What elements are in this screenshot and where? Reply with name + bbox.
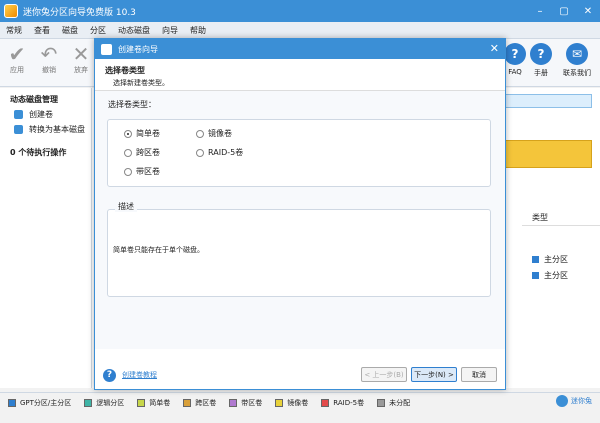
dialog-close-icon[interactable]: ✕ (490, 42, 499, 55)
manual-icon: ? (530, 43, 552, 65)
swatch-icon (377, 398, 386, 407)
legend-item: 跨区卷 (183, 398, 216, 408)
description-text: 简单卷只能存在于单个磁盘。 (113, 246, 204, 254)
swatch-icon (137, 398, 146, 407)
manual-label: 手册 (534, 69, 548, 77)
back-button[interactable]: < 上一步(B) (361, 367, 407, 382)
menu-general[interactable]: 常规 (0, 25, 28, 36)
maximize-icon[interactable]: ▢ (552, 0, 576, 22)
legend-item: GPT分区/主分区 (8, 398, 71, 408)
contact-button[interactable]: ✉ 联系我们 (560, 43, 594, 78)
menu-wizard[interactable]: 向导 (156, 25, 184, 36)
swatch-icon (8, 398, 16, 407)
legend-item: 带区卷 (229, 398, 262, 408)
sidebar-item-label: 创建卷 (29, 110, 53, 119)
pending-operations: 0 个待执行操作 (10, 148, 67, 157)
radio-mirror-volume[interactable]: 镜像卷 (196, 128, 232, 139)
partition-color-icon (532, 272, 539, 279)
manual-button[interactable]: ? 手册 (524, 43, 558, 78)
contact-icon: ✉ (566, 43, 588, 65)
window-controls: – ▢ ✕ (528, 0, 600, 22)
contact-label: 联系我们 (563, 69, 591, 77)
undo-button[interactable]: ↶ 撤销 (34, 42, 64, 75)
radio-icon (196, 148, 204, 157)
list-item[interactable]: 主分区 (532, 254, 568, 265)
sidebar: 动态磁盘管理 创建卷 转换为基本磁盘 0 个待执行操作 (0, 88, 92, 388)
sidebar-heading: 动态磁盘管理 (10, 95, 58, 104)
legend-item: 镜像卷 (275, 398, 308, 408)
menu-view[interactable]: 查看 (28, 25, 56, 36)
discard-label: 放弃 (74, 66, 88, 74)
app-logo-icon (4, 4, 18, 18)
disk-bar-dynamic[interactable] (500, 140, 592, 168)
brand-icon (556, 395, 568, 407)
radio-selected-icon (124, 129, 132, 138)
cancel-button[interactable]: 取消 (461, 367, 497, 382)
discard-icon: ✕ (72, 42, 90, 66)
wizard-icon (101, 43, 112, 55)
radio-raid5-volume[interactable]: RAID-5卷 (196, 147, 243, 158)
help-icon[interactable]: ? (103, 368, 116, 382)
apply-label: 应用 (10, 66, 24, 74)
partition-color-icon (532, 256, 539, 263)
dialog-header-title: 选择卷类型 (105, 66, 145, 75)
volume-type-label: 选择卷类型： (108, 100, 156, 109)
title-bar: 迷你兔分区向导免费版 10.3 – ▢ ✕ (0, 0, 600, 22)
list-item[interactable]: 主分区 (532, 270, 568, 281)
radio-striped-volume[interactable]: 带区卷 (124, 166, 160, 177)
undo-label: 撤销 (42, 66, 56, 74)
convert-basic-icon (14, 125, 23, 134)
tutorial-link[interactable]: 创建卷教程 (122, 370, 157, 380)
type-cell: 主分区 (544, 255, 568, 264)
create-volume-dialog: 创建卷向导 ✕ 选择卷类型 选择新建卷类型。 选择卷类型： 简单卷 镜像卷 跨区… (94, 38, 506, 390)
undo-icon: ↶ (40, 42, 58, 66)
menu-partition[interactable]: 分区 (84, 25, 112, 36)
dialog-title-bar: 创建卷向导 ✕ (95, 39, 505, 59)
legend-item: 简单卷 (137, 398, 170, 408)
discard-button[interactable]: ✕ 放弃 (66, 42, 96, 75)
dialog-body: 选择卷类型： 简单卷 镜像卷 跨区卷 RAID-5卷 带区卷 描述 简单卷只能存… (95, 91, 505, 349)
swatch-icon (84, 398, 93, 407)
type-column-header[interactable]: 类型 (522, 210, 600, 226)
legend-bar: GPT分区/主分区 逻辑分区 简单卷 跨区卷 带区卷 镜像卷 RAID-5卷 未… (0, 392, 600, 412)
radio-icon (196, 129, 204, 138)
radio-spanned-volume[interactable]: 跨区卷 (124, 147, 160, 158)
apply-button[interactable]: ✔ 应用 (2, 42, 32, 75)
dialog-header: 选择卷类型 选择新建卷类型。 (95, 59, 505, 91)
menu-disk[interactable]: 磁盘 (56, 25, 84, 36)
sidebar-item-label: 转换为基本磁盘 (29, 125, 85, 134)
dialog-footer: ? 创建卷教程 < 上一步(B) 下一步(N) > 取消 (95, 361, 505, 389)
radio-icon (124, 167, 132, 176)
legend-item: 逻辑分区 (84, 398, 124, 408)
sidebar-item-create-volume[interactable]: 创建卷 (0, 105, 91, 120)
volume-type-group: 简单卷 镜像卷 跨区卷 RAID-5卷 带区卷 (107, 119, 491, 187)
close-icon[interactable]: ✕ (576, 0, 600, 22)
menu-bar: 常规 查看 磁盘 分区 动态磁盘 向导 帮助 (0, 22, 600, 39)
faq-icon: ? (504, 43, 526, 65)
swatch-icon (183, 398, 192, 407)
menu-dynamic-disk[interactable]: 动态磁盘 (112, 25, 156, 36)
swatch-icon (229, 398, 238, 407)
radio-icon (124, 148, 132, 157)
create-volume-icon (14, 110, 23, 119)
type-cell: 主分区 (544, 271, 568, 280)
minimize-icon[interactable]: – (528, 0, 552, 22)
dialog-header-subtitle: 选择新建卷类型。 (113, 79, 169, 87)
sidebar-item-convert-basic[interactable]: 转换为基本磁盘 (0, 120, 91, 135)
radio-simple-volume[interactable]: 简单卷 (124, 128, 160, 139)
disk-bar[interactable] (500, 94, 592, 108)
brand-logo: 迷你兔 (556, 395, 592, 407)
next-button[interactable]: 下一步(N) > (411, 367, 457, 382)
description-label: 描述 (115, 201, 137, 212)
legend-item: RAID-5卷 (321, 398, 364, 408)
swatch-icon (275, 398, 284, 407)
dialog-title: 创建卷向导 (118, 44, 158, 54)
legend-item: 未分配 (377, 398, 410, 408)
check-icon: ✔ (8, 42, 26, 66)
app-title: 迷你兔分区向导免费版 10.3 (23, 7, 136, 18)
swatch-icon (321, 398, 330, 407)
menu-help[interactable]: 帮助 (184, 25, 212, 36)
